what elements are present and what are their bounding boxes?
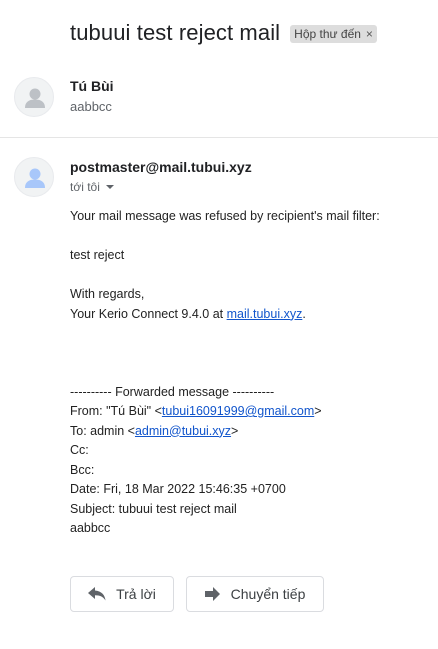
reply-icon — [88, 587, 106, 601]
forward-button[interactable]: Chuyển tiếp — [186, 576, 324, 612]
person-icon — [25, 168, 45, 188]
message-sender-email[interactable]: postmaster@mail.tubui.xyz — [70, 159, 252, 175]
from-prefix: From: "Tú Bùi" < — [70, 404, 162, 418]
forward-icon — [204, 587, 220, 601]
forward-cc: Cc: — [70, 443, 89, 457]
forward-content: aabbcc — [70, 521, 111, 535]
sender-avatar[interactable] — [14, 77, 54, 117]
body-reason: test reject — [70, 248, 125, 262]
thread-subject: tubuui test reject mail — [70, 20, 281, 45]
reply-button[interactable]: Trả lời — [70, 576, 174, 612]
to-email-link[interactable]: admin@tubui.xyz — [135, 424, 231, 438]
signature-link[interactable]: mail.tubui.xyz — [227, 307, 303, 321]
body-signature: Your Kerio Connect 9.4.0 at mail.tubui.x… — [70, 305, 430, 325]
chevron-down-icon — [105, 185, 114, 189]
thread-header: tubuui test reject mail Hộp thư đến × — [70, 20, 377, 46]
recipient-label: tới tôi — [70, 180, 100, 194]
remove-label-icon[interactable]: × — [366, 27, 373, 41]
message-divider — [0, 137, 438, 138]
forward-bcc: Bcc: — [70, 462, 95, 477]
from-suffix: > — [314, 404, 322, 418]
signature-suffix: . — [302, 306, 306, 321]
body-intro: Your mail message was refused by recipie… — [70, 209, 380, 223]
forward-subject: Subject: tubuui test reject mail — [70, 501, 237, 516]
reply-label: Trả lời — [116, 586, 156, 602]
from-email-link[interactable]: tubui16091999@gmail.com — [162, 404, 314, 418]
inbox-label-chip[interactable]: Hộp thư đến × — [290, 25, 377, 43]
forward-header: ---------- Forwarded message ---------- — [70, 384, 275, 399]
inbox-label-text: Hộp thư đến — [294, 27, 361, 41]
forward-to: To: admin <admin@tubui.xyz> — [70, 422, 430, 442]
signature-prefix: Your Kerio Connect 9.4.0 at — [70, 306, 227, 321]
sender-avatar[interactable] — [14, 157, 54, 197]
message-snippet[interactable]: aabbcc — [70, 99, 112, 114]
forward-date: Date: Fri, 18 Mar 2022 15:46:35 +0700 — [70, 482, 286, 496]
message-body: Your mail message was refused by recipie… — [70, 207, 430, 539]
person-icon — [25, 88, 45, 108]
body-regards: With regards, — [70, 287, 145, 301]
message-sender-name[interactable]: Tú Bùi — [70, 78, 114, 94]
forward-label: Chuyển tiếp — [230, 586, 306, 602]
to-suffix: > — [231, 423, 239, 438]
forward-from: From: "Tú Bùi" <tubui16091999@gmail.com> — [70, 402, 430, 422]
recipient-details-toggle[interactable]: tới tôi — [70, 180, 114, 194]
to-prefix: To: admin < — [70, 423, 135, 438]
